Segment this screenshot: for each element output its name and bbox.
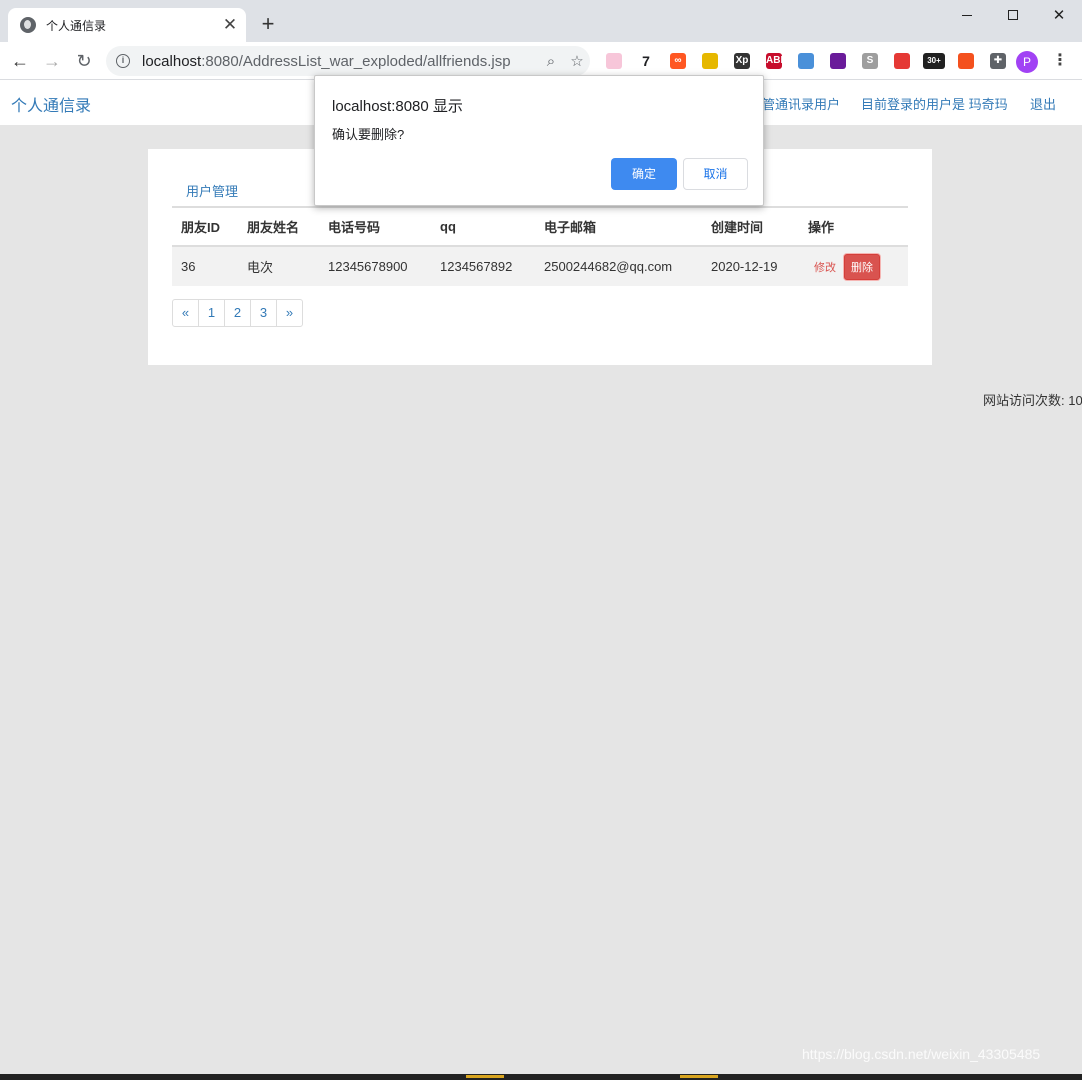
confirm-cancel-button[interactable]: 取消	[683, 158, 748, 190]
pager-prev[interactable]: «	[172, 299, 199, 327]
column-header: 朋友姓名	[238, 208, 319, 247]
brand-link[interactable]: 个人通信录	[11, 92, 91, 116]
column-header: 电子邮箱	[535, 208, 702, 247]
bookmark-star-icon[interactable]: ☆	[564, 52, 590, 70]
extensions-bar: 7 ∞ Xp ABP S 30+ ✚	[598, 51, 1014, 71]
taskbar-item[interactable]	[680, 1075, 718, 1078]
ext-infinity-icon[interactable]: ∞	[662, 51, 694, 71]
cell-actions: 修改 删除	[799, 246, 908, 286]
watermark: https://blog.csdn.net/weixin_43305485	[802, 1046, 1041, 1062]
table-row: 36 电次 12345678900 1234567892 2500244682@…	[172, 246, 908, 286]
pagination: « 1 2 3 »	[172, 299, 303, 327]
profile-avatar[interactable]: P	[1016, 51, 1038, 73]
taskbar	[0, 1074, 1082, 1080]
maximize-icon	[1008, 10, 1018, 20]
address-bar[interactable]: i localhost:8080/AddressList_war_explode…	[106, 46, 590, 76]
cell-phone: 12345678900	[319, 246, 431, 286]
confirm-ok-button[interactable]: 确定	[611, 158, 677, 190]
tab-strip: 个人通信录 ✕ + ✕	[0, 0, 1082, 42]
ext-badge-icon[interactable]: 30+	[918, 51, 950, 71]
ext-puzzle-icon[interactable]: ✚	[982, 51, 1014, 71]
table-header-row: 朋友ID 朋友姓名 电话号码 qq 电子邮箱 创建时间 操作	[172, 208, 908, 247]
globe-icon	[20, 17, 36, 33]
ext-abp-icon[interactable]: ABP	[758, 51, 790, 71]
minimize-button[interactable]	[944, 0, 990, 30]
tab-user-management[interactable]: 用户管理	[186, 181, 238, 200]
column-header: 创建时间	[702, 208, 799, 247]
pager-page-2[interactable]: 2	[224, 299, 251, 327]
ext-s-icon[interactable]: S	[854, 51, 886, 71]
ext-circle-icon[interactable]	[822, 51, 854, 71]
dialog-message: 确认要删除?	[332, 127, 405, 142]
ext-orange-icon[interactable]	[950, 51, 982, 71]
pager-page-1[interactable]: 1	[198, 299, 225, 327]
delete-button[interactable]: 删除	[844, 253, 880, 280]
cell-email: 2500244682@qq.com	[535, 246, 702, 286]
ext-1-icon[interactable]	[598, 51, 630, 71]
reload-icon[interactable]: ↻	[70, 47, 98, 75]
minimize-icon	[962, 14, 972, 16]
cell-qq: 1234567892	[431, 246, 535, 286]
back-arrow-icon[interactable]: ←	[6, 47, 34, 75]
info-icon[interactable]: i	[116, 54, 130, 68]
pager-next[interactable]: »	[276, 299, 303, 327]
current-user-link[interactable]: 目前登录的用户是 玛奇玛	[861, 94, 1008, 113]
friends-table: 朋友ID 朋友姓名 电话号码 qq 电子邮箱 创建时间 操作 36 电次 123…	[172, 208, 908, 286]
cell-name: 电次	[238, 246, 319, 286]
menu-dots-icon[interactable]: ⋮	[1050, 50, 1070, 74]
ext-7-icon[interactable]: 7	[630, 51, 662, 71]
visit-counter: 网站访问次数: 10	[983, 393, 1082, 408]
forward-arrow-icon[interactable]: →	[38, 47, 66, 75]
zoom-icon[interactable]: ⌕	[538, 53, 564, 70]
maximize-button[interactable]	[990, 0, 1036, 30]
close-window-button[interactable]: ✕	[1036, 0, 1082, 30]
column-header: 操作	[799, 208, 908, 247]
new-tab-button[interactable]: +	[256, 11, 280, 36]
manage-users-link[interactable]: 管通讯录用户	[762, 94, 840, 113]
taskbar-item[interactable]	[466, 1075, 504, 1078]
column-header: qq	[431, 208, 535, 247]
pager-page-3[interactable]: 3	[250, 299, 277, 327]
browser-tab[interactable]: 个人通信录 ✕	[8, 8, 246, 42]
ext-key-icon[interactable]	[694, 51, 726, 71]
ext-face-icon[interactable]	[790, 51, 822, 71]
url-text[interactable]: localhost:8080/AddressList_war_exploded/…	[142, 53, 538, 70]
ext-xp-icon[interactable]: Xp	[726, 51, 758, 71]
column-header: 电话号码	[319, 208, 431, 247]
logout-link[interactable]: 退出	[1030, 94, 1056, 113]
cell-created: 2020-12-19	[702, 246, 799, 286]
confirm-dialog: localhost:8080 显示 确认要删除? 确定 取消	[314, 75, 764, 206]
tab-title: 个人通信录	[46, 18, 107, 33]
edit-button[interactable]: 修改	[814, 262, 836, 274]
close-tab-icon[interactable]: ✕	[218, 13, 242, 37]
ext-block-icon[interactable]	[886, 51, 918, 71]
cell-id: 36	[172, 246, 238, 286]
dialog-title: localhost:8080 显示	[332, 98, 463, 115]
column-header: 朋友ID	[172, 208, 238, 247]
